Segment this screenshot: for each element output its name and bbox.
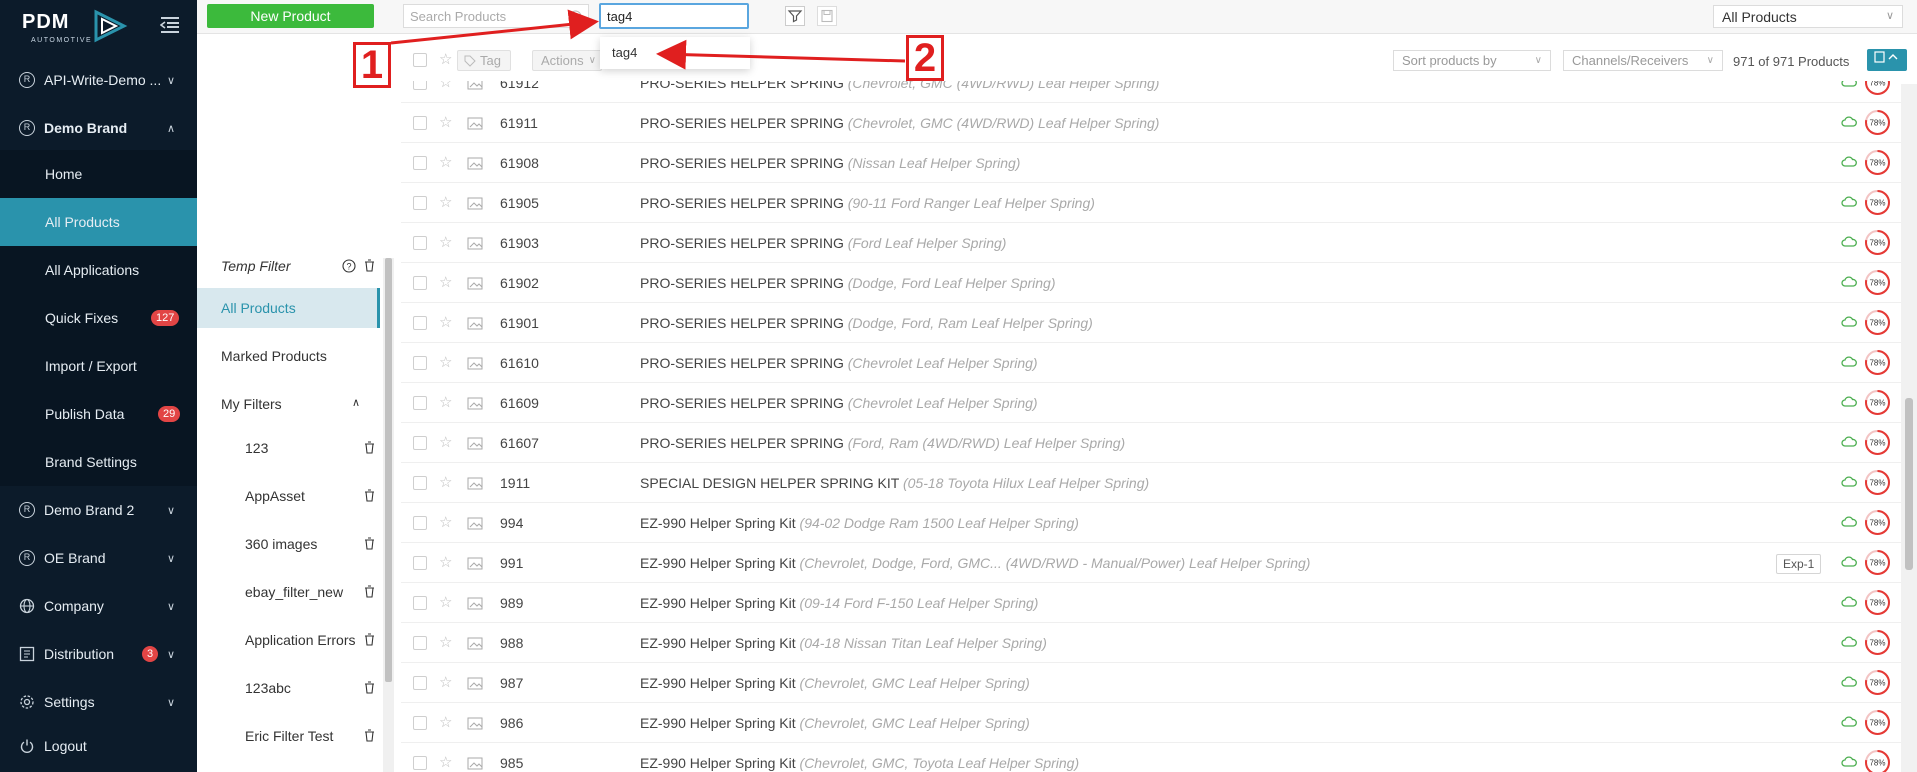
annotation-arrows: [390, 9, 906, 70]
annotation-arrow-2: [656, 39, 906, 70]
annotation-arrow-1: [390, 9, 599, 45]
annotation-label-2: 2: [906, 35, 944, 81]
annotation-label-1: 1: [353, 42, 391, 88]
app-root: PDM AUTOMOTIVE R API-Write-Demo ... ∨ R …: [0, 0, 1917, 772]
